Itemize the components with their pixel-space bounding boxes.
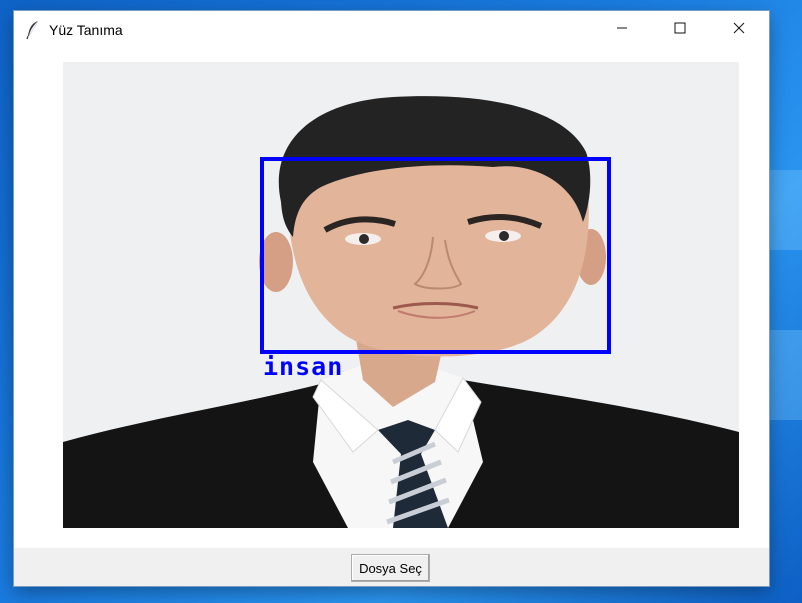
window-client: insan Dosya Seç: [14, 49, 769, 586]
select-file-button[interactable]: Dosya Seç: [351, 554, 430, 582]
maximize-button[interactable]: [651, 11, 709, 49]
minimize-icon: [616, 21, 628, 39]
image-canvas: insan: [14, 49, 769, 548]
app-window: Yüz Tanıma insan Dosya Seç: [14, 11, 769, 586]
close-icon: [733, 21, 745, 39]
window-title: Yüz Tanıma: [49, 22, 123, 38]
maximize-icon: [674, 21, 686, 39]
button-bar: Dosya Seç: [14, 548, 769, 586]
feather-icon: [26, 20, 40, 40]
title-bar[interactable]: Yüz Tanıma: [14, 11, 769, 49]
face-photo: insan: [63, 62, 739, 528]
close-button[interactable]: [710, 11, 768, 49]
detection-label: insan: [263, 352, 343, 381]
minimize-button[interactable]: [593, 11, 651, 49]
